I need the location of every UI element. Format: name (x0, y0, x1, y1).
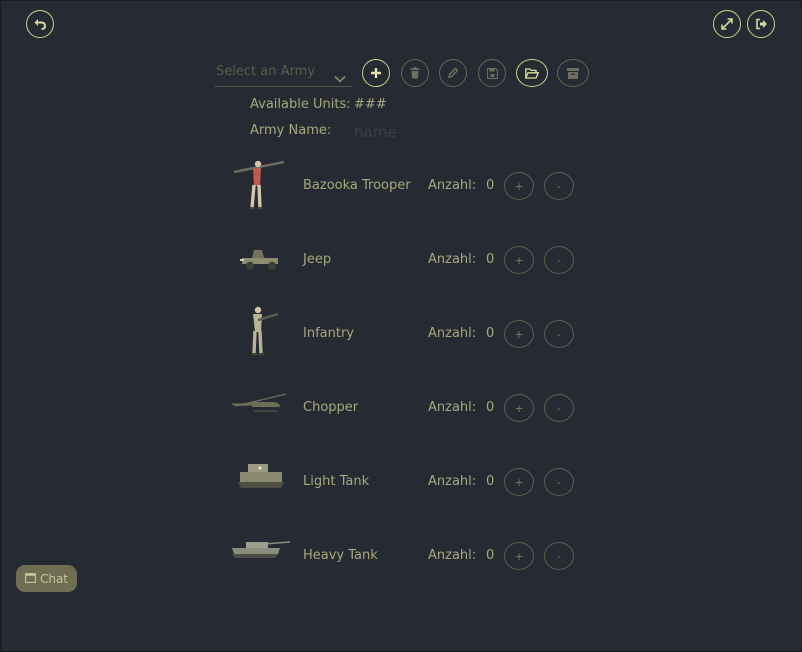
unit-row: Chopper Anzahl: 0 + - (0, 378, 802, 438)
count-value: 0 (486, 474, 495, 489)
add-army-button[interactable] (362, 59, 390, 87)
open-army-button[interactable] (516, 59, 548, 87)
sign-out-icon (755, 18, 768, 30)
archive-icon (567, 67, 579, 79)
window-icon (25, 572, 36, 586)
count-label: Anzahl: (428, 178, 477, 193)
light-tank-image (228, 458, 292, 512)
increment-button[interactable]: + (504, 246, 534, 274)
infantry-image (228, 304, 292, 358)
folder-open-icon (525, 67, 539, 79)
expand-icon (721, 18, 733, 30)
count-value: 0 (486, 326, 495, 341)
available-units-value: ### (354, 97, 387, 112)
unit-row: Light Tank Anzahl: 0 + - (0, 452, 802, 512)
available-units-label: Available Units: (250, 97, 351, 112)
decrement-button[interactable]: - (544, 468, 574, 496)
count-label: Anzahl: (428, 252, 477, 267)
chat-label: Chat (39, 571, 69, 586)
trash-icon (410, 67, 420, 79)
delete-army-button[interactable] (401, 59, 429, 87)
unit-name: Jeep (303, 252, 332, 267)
unit-name: Chopper (303, 400, 359, 415)
bazooka-trooper-image (228, 158, 292, 212)
count-value: 0 (486, 252, 495, 267)
archive-army-button[interactable] (557, 59, 589, 87)
plus-icon (370, 67, 382, 79)
undo-arrow-icon (33, 17, 47, 31)
count-label: Anzahl: (428, 326, 477, 341)
count-value: 0 (486, 400, 495, 415)
pencil-icon (447, 67, 459, 79)
increment-button[interactable]: + (504, 394, 534, 422)
chat-button[interactable]: Chat (16, 565, 77, 592)
logout-button[interactable] (747, 10, 775, 38)
save-army-button[interactable] (478, 59, 506, 87)
army-select[interactable]: Select an Army (215, 60, 352, 87)
decrement-button[interactable]: - (544, 246, 574, 274)
heavy-tank-image (228, 536, 292, 590)
chevron-down-icon (334, 68, 346, 87)
unit-row: Heavy Tank Anzahl: 0 + - (0, 526, 802, 586)
unit-row: Infantry Anzahl: 0 + - (0, 304, 802, 364)
unit-name: Bazooka Trooper (303, 178, 411, 193)
chopper-image (228, 384, 292, 438)
decrement-button[interactable]: - (544, 542, 574, 570)
unit-row: Jeep Anzahl: 0 + - (0, 230, 802, 290)
unit-row: Bazooka Trooper Anzahl: 0 + - (0, 156, 802, 216)
count-label: Anzahl: (428, 548, 477, 563)
back-button[interactable] (26, 10, 54, 38)
count-value: 0 (486, 178, 495, 193)
army-select-placeholder: Select an Army (216, 64, 315, 79)
unit-name: Heavy Tank (303, 548, 378, 563)
unit-name: Light Tank (303, 474, 370, 489)
jeep-image (228, 236, 292, 290)
increment-button[interactable]: + (504, 320, 534, 348)
fullscreen-button[interactable] (713, 10, 741, 38)
decrement-button[interactable]: - (544, 172, 574, 200)
count-label: Anzahl: (428, 400, 477, 415)
edit-army-button[interactable] (439, 59, 467, 87)
decrement-button[interactable]: - (544, 394, 574, 422)
increment-button[interactable]: + (504, 542, 534, 570)
unit-name: Infantry (303, 326, 354, 341)
army-name-input[interactable] (354, 121, 464, 143)
count-label: Anzahl: (428, 474, 477, 489)
increment-button[interactable]: + (504, 468, 534, 496)
army-name-label: Army Name: (250, 123, 332, 138)
decrement-button[interactable]: - (544, 320, 574, 348)
save-icon (486, 67, 498, 79)
increment-button[interactable]: + (504, 172, 534, 200)
count-value: 0 (486, 548, 495, 563)
